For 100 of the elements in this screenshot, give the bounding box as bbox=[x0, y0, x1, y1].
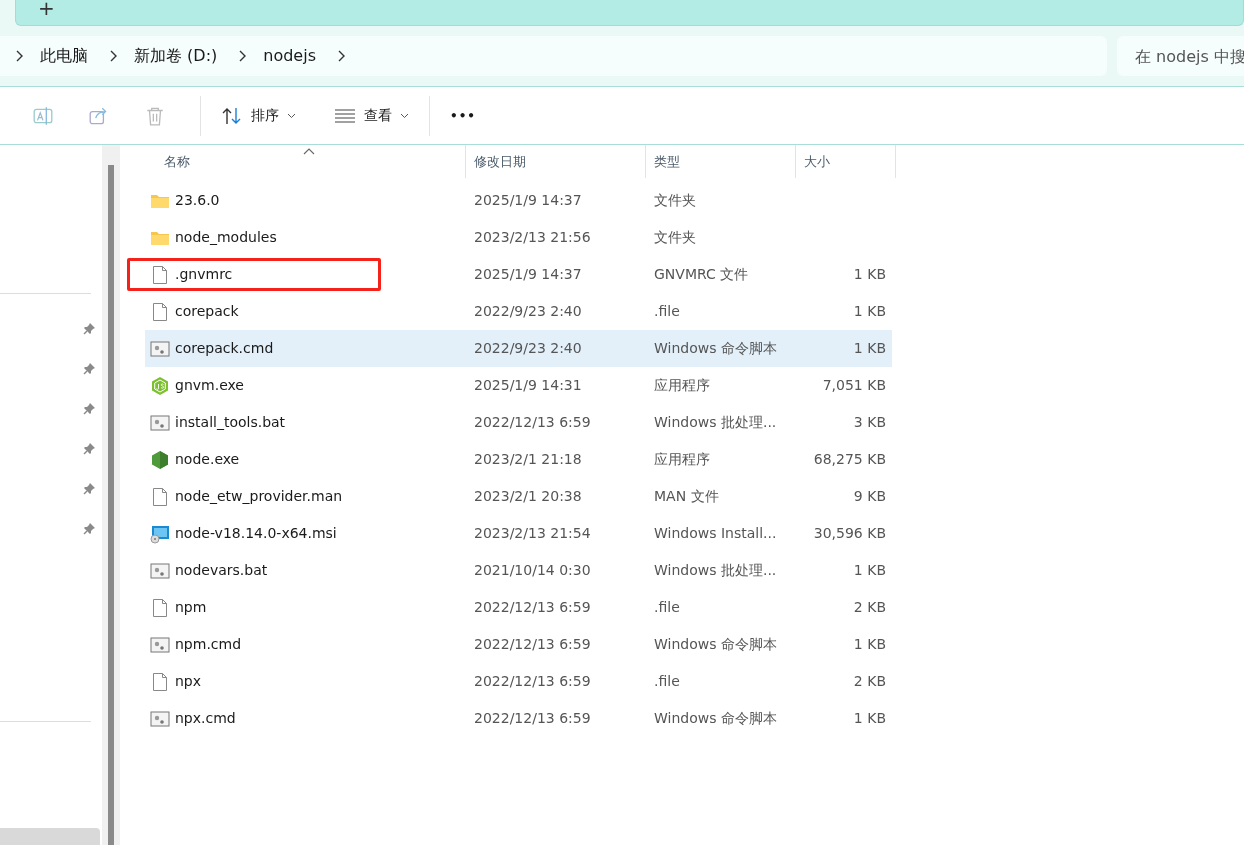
pin-icon[interactable] bbox=[83, 442, 96, 455]
file-name: node.exe bbox=[175, 450, 240, 469]
file-type: Windows 命令脚本 bbox=[653, 339, 778, 358]
modified-date: 2025/1/9 14:37 bbox=[473, 265, 583, 284]
document-icon bbox=[150, 671, 170, 692]
pin-icon[interactable] bbox=[83, 402, 96, 415]
modified-date: 2021/10/14 0:30 bbox=[473, 561, 592, 580]
modified-date: 2022/9/23 2:40 bbox=[473, 339, 583, 358]
modified-date: 2023/2/13 21:56 bbox=[473, 228, 592, 247]
pin-icon[interactable] bbox=[83, 322, 96, 335]
file-type: Windows 命令脚本 bbox=[653, 635, 778, 654]
document-icon bbox=[150, 301, 170, 322]
file-row[interactable]: corepack 2022/9/23 2:40 .file 1 KB bbox=[127, 293, 892, 330]
script-file-icon bbox=[150, 708, 170, 729]
file-type: GNVMRC 文件 bbox=[653, 265, 750, 284]
file-size: 1 KB bbox=[852, 339, 887, 358]
modified-date: 2022/9/23 2:40 bbox=[473, 302, 583, 321]
file-type: 文件夹 bbox=[653, 191, 697, 210]
file-size: 7,051 KB bbox=[821, 376, 887, 395]
caret-icon bbox=[287, 112, 296, 119]
file-row[interactable]: 23.6.0 2025/1/9 14:37 文件夹 bbox=[127, 182, 892, 219]
file-type: 文件夹 bbox=[653, 228, 697, 247]
file-name: npx bbox=[175, 672, 202, 691]
file-name: npm bbox=[175, 598, 207, 617]
script-file-icon bbox=[150, 560, 170, 581]
modified-date: 2023/2/1 20:38 bbox=[473, 487, 583, 506]
file-type: Windows 批处理... bbox=[653, 413, 778, 432]
hexagon-js-icon bbox=[150, 375, 170, 396]
file-row[interactable]: node.exe 2023/2/1 21:18 应用程序 68,275 KB bbox=[127, 441, 892, 478]
file-type: .file bbox=[653, 302, 681, 321]
file-row[interactable]: nodevars.bat 2021/10/14 0:30 Windows 批处理... 1 KB bbox=[127, 552, 892, 589]
file-size: 1 KB bbox=[852, 709, 887, 728]
file-size: 3 KB bbox=[852, 413, 887, 432]
sort-icon bbox=[221, 105, 243, 126]
file-size: 9 KB bbox=[852, 487, 887, 506]
file-row[interactable]: node-v18.14.0-x64.msi 2023/2/13 21:54 Windows Install... 30,596 KB bbox=[127, 515, 892, 552]
rename-icon bbox=[32, 104, 54, 127]
file-row[interactable]: npx 2022/12/13 6:59 .file 2 KB bbox=[127, 663, 892, 700]
file-name: npm.cmd bbox=[175, 635, 242, 654]
column-header[interactable]: 类型 bbox=[646, 145, 796, 178]
file-type: Windows 命令脚本 bbox=[653, 709, 778, 728]
modified-date: 2025/1/9 14:37 bbox=[473, 191, 583, 210]
address-bar[interactable]: 此电脑 新加卷 (D:) nodejs bbox=[0, 36, 1107, 76]
chevron-icon bbox=[108, 50, 118, 62]
file-row[interactable]: gnvm.exe 2025/1/9 14:31 应用程序 7,051 KB bbox=[127, 367, 892, 404]
file-row[interactable]: install_tools.bat 2022/12/13 6:59 Windows 批处理... 3 KB bbox=[127, 404, 892, 441]
modified-date: 2022/12/13 6:59 bbox=[473, 635, 592, 654]
modified-date: 2025/1/9 14:31 bbox=[473, 376, 583, 395]
document-icon bbox=[150, 264, 170, 285]
file-type: 应用程序 bbox=[653, 376, 711, 395]
pin-icon[interactable] bbox=[83, 362, 96, 375]
file-row[interactable]: npm.cmd 2022/12/13 6:59 Windows 命令脚本 1 KB bbox=[127, 626, 892, 663]
modified-date: 2023/2/1 21:18 bbox=[473, 450, 583, 469]
file-type: MAN 文件 bbox=[653, 487, 720, 506]
breadcrumb-item[interactable]: 此电脑 bbox=[40, 44, 88, 68]
file-name: 23.6.0 bbox=[175, 191, 220, 210]
new-tab-button[interactable]: + bbox=[16, 0, 55, 16]
column-header[interactable]: 大小 bbox=[796, 145, 896, 178]
file-size: 30,596 KB bbox=[812, 524, 887, 543]
pin-icon[interactable] bbox=[83, 522, 96, 535]
file-name: nodevars.bat bbox=[175, 561, 268, 580]
file-name: npx.cmd bbox=[175, 709, 236, 728]
file-size: 1 KB bbox=[852, 265, 887, 284]
file-name: gnvm.exe bbox=[175, 376, 244, 395]
file-name: install_tools.bat bbox=[175, 413, 286, 432]
file-name: corepack bbox=[175, 302, 239, 321]
column-header[interactable]: 修改日期 bbox=[466, 145, 646, 178]
file-type: .file bbox=[653, 672, 681, 691]
column-header[interactable]: 名称 bbox=[145, 145, 466, 178]
modified-date: 2022/12/13 6:59 bbox=[473, 709, 592, 728]
breadcrumb-item[interactable]: 新加卷 (D:) bbox=[134, 44, 218, 68]
script-file-icon bbox=[150, 634, 170, 655]
scrollbar-thumb[interactable] bbox=[108, 165, 114, 845]
file-row[interactable]: npx.cmd 2022/12/13 6:59 Windows 命令脚本 1 KB bbox=[127, 700, 892, 737]
sort-ascending-icon bbox=[303, 148, 315, 155]
script-file-icon bbox=[150, 338, 170, 359]
file-type: .file bbox=[653, 598, 681, 617]
file-type: 应用程序 bbox=[653, 450, 711, 469]
file-size: 1 KB bbox=[852, 302, 887, 321]
more-button[interactable]: ••• bbox=[440, 100, 486, 131]
file-row[interactable]: node_etw_provider.man 2023/2/1 20:38 MAN 文件 9 KB bbox=[127, 478, 892, 515]
chevron-icon bbox=[14, 50, 24, 62]
modified-date: 2022/12/13 6:59 bbox=[473, 413, 592, 432]
file-row[interactable]: .gnvmrc 2025/1/9 14:37 GNVMRC 文件 1 KB bbox=[127, 256, 892, 293]
sort-button[interactable]: 排序 bbox=[211, 99, 306, 132]
modified-date: 2023/2/13 21:54 bbox=[473, 524, 592, 543]
view-button[interactable]: 查看 bbox=[324, 99, 419, 132]
file-name: node_etw_provider.man bbox=[175, 487, 343, 506]
file-type: Windows Install... bbox=[653, 524, 778, 543]
file-type: Windows 批处理... bbox=[653, 561, 778, 580]
document-icon bbox=[150, 486, 170, 507]
file-row[interactable]: node_modules 2023/2/13 21:56 文件夹 bbox=[127, 219, 892, 256]
caret-icon bbox=[400, 112, 409, 119]
file-size: 2 KB bbox=[852, 672, 887, 691]
file-name: corepack.cmd bbox=[175, 339, 274, 358]
file-row[interactable]: npm 2022/12/13 6:59 .file 2 KB bbox=[127, 589, 892, 626]
breadcrumb-item[interactable]: nodejs bbox=[263, 44, 316, 68]
file-size: 2 KB bbox=[852, 598, 887, 617]
file-size: 1 KB bbox=[852, 561, 887, 580]
pin-icon[interactable] bbox=[83, 482, 96, 495]
